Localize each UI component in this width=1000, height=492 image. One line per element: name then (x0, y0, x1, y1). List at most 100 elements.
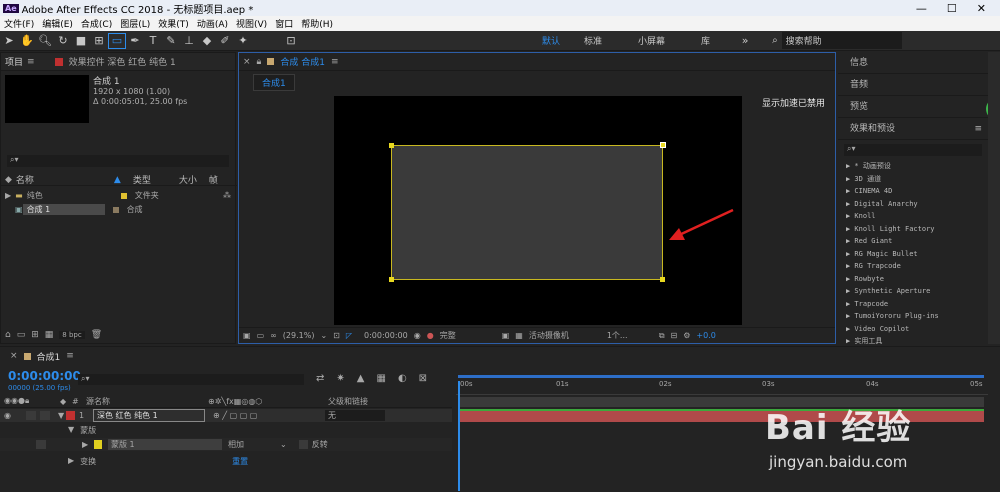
workspace-small-screen[interactable]: 小屏幕 (614, 34, 677, 47)
motion-blur-icon[interactable]: ◐ (398, 373, 407, 384)
expand-arrow-icon[interactable]: ▼ (58, 411, 66, 420)
mask-visibility-icon[interactable]: ◸ (346, 331, 352, 340)
info-panel-header[interactable]: 信息 (838, 52, 988, 74)
menu-view[interactable]: 视图(V) (232, 17, 271, 30)
zoom-tool-icon[interactable]: 🔍︎ (36, 33, 54, 49)
expand-arrow-icon[interactable]: ▶ (1, 191, 15, 200)
eraser-tool-icon[interactable]: ◆ (198, 33, 216, 49)
layer-row[interactable]: ◉ ▼ 1 深色 红色 纯色 1 ⊕ ╱ ▢ ▢ ▢ 无 (0, 409, 452, 422)
work-area-bar[interactable] (458, 375, 984, 378)
mask-row[interactable]: ▶ 蒙版 1 相加 ⌄ 反转 (0, 438, 452, 451)
effects-category[interactable]: ▶ RG Magic Bullet (838, 248, 988, 261)
lock-icon[interactable]: 🔒︎ (257, 57, 262, 67)
hand-tool-icon[interactable]: ✋ (18, 33, 36, 49)
frame-blending-icon[interactable]: ▦ (376, 373, 385, 384)
menu-effect[interactable]: 效果(T) (154, 17, 193, 30)
exposure-value[interactable]: +0.0 (696, 331, 715, 340)
graph-editor-icon[interactable]: ⊠ (419, 373, 427, 384)
vr-icon[interactable]: ∞ (270, 331, 277, 340)
render-icon[interactable]: ⊟ (671, 331, 678, 340)
effects-category[interactable]: ▶ Video Copilot (838, 323, 988, 336)
audio-panel-header[interactable]: 音频 (838, 74, 988, 96)
minimize-icon[interactable]: — (916, 2, 927, 15)
trash-icon[interactable]: 🗑︎ (91, 330, 102, 340)
comp-subtab[interactable]: 合成1 (253, 74, 295, 91)
menu-window[interactable]: 窗口 (271, 17, 297, 30)
lock-box[interactable] (40, 411, 50, 420)
mask-vertex[interactable] (660, 142, 666, 148)
mask-name[interactable]: 蒙版 1 (108, 439, 222, 450)
project-row-comp[interactable]: ▣ 合成 1 合成 (1, 203, 237, 216)
monitor-icon[interactable]: ▭ (257, 331, 265, 340)
expand-arrow-icon[interactable]: ▶ (82, 440, 94, 449)
panel-menu-icon[interactable]: ≡ (974, 118, 988, 139)
chevron-down-icon[interactable]: ⌄ (280, 440, 287, 449)
quality-select[interactable]: 完整 (440, 330, 496, 341)
zoom-value[interactable]: (29.1%) (283, 331, 315, 340)
reset-link[interactable]: 重置 (232, 456, 248, 467)
camera-select[interactable]: 活动摄像机 (529, 330, 601, 341)
transparency-grid-icon[interactable]: ▦ (515, 331, 523, 340)
new-comp-icon[interactable]: ⊞ (31, 330, 39, 340)
pen-tool-icon[interactable]: ✒ (126, 33, 144, 49)
workspace-default[interactable]: 默认 (530, 34, 572, 47)
draft-3d-icon[interactable]: ✷ (336, 373, 344, 384)
selection-tool-icon[interactable]: ➤ (0, 33, 18, 49)
brush-tool-icon[interactable]: ✎ (162, 33, 180, 49)
timeline-search-input[interactable]: ⌕▾ (78, 374, 304, 385)
effects-category[interactable]: ▶ Knoll (838, 210, 988, 223)
rectangle-tool-icon[interactable]: ▭ (108, 32, 126, 49)
menu-edit[interactable]: 编辑(E) (38, 17, 77, 30)
close-tab-icon[interactable]: × (10, 351, 18, 361)
sort-icon[interactable]: ▲ (114, 175, 121, 185)
source-name-header[interactable]: 源名称 (86, 396, 208, 407)
rotate-tool-icon[interactable]: ↻ (54, 33, 72, 49)
snap-icon[interactable]: ⊡ (282, 33, 300, 49)
col-size-header[interactable]: 大小 (179, 173, 209, 186)
solo-box[interactable] (26, 411, 36, 420)
fit-icon[interactable]: ⊡ (333, 331, 340, 340)
mask-vertex[interactable] (389, 277, 394, 282)
clone-stamp-tool-icon[interactable]: ⊥ (180, 33, 198, 49)
mask-vertex[interactable] (389, 143, 394, 148)
timeline-timecode[interactable]: 0:00:00:00 (8, 369, 81, 383)
menu-comp[interactable]: 合成(C) (77, 17, 116, 30)
project-search-input[interactable]: ⌕▾ (7, 155, 229, 167)
panel-menu-icon[interactable]: ≡ (27, 57, 35, 67)
comp-viewer[interactable] (334, 96, 742, 325)
snapshot-icon[interactable]: ◉ (414, 331, 421, 340)
parent-select[interactable]: 无 (325, 410, 385, 421)
expand-arrow-icon[interactable]: ▶ (68, 456, 74, 467)
menu-layer[interactable]: 图层(L) (116, 17, 154, 30)
always-preview-icon[interactable]: ▣ (243, 331, 251, 340)
interpret-footage-icon[interactable]: ⌂ (5, 330, 11, 340)
close-tab-icon[interactable]: × (243, 57, 251, 67)
effects-controls-tab[interactable]: 效果控件 深色 红色 纯色 1 (69, 55, 176, 68)
project-row-folder[interactable]: ▶ ▬ 纯色 文件夹 ⁂ (1, 189, 237, 202)
chevron-down-icon[interactable]: ⌄ (320, 331, 327, 340)
maximize-icon[interactable]: ☐ (947, 2, 957, 15)
mask-vertex[interactable] (660, 277, 665, 282)
new-folder-icon[interactable]: ▭ (17, 330, 26, 340)
col-frame-header[interactable]: 帧 (209, 173, 218, 186)
comp-mini-flowchart-icon[interactable]: ⇄ (316, 373, 324, 384)
timeline-tab[interactable]: 合成1 (37, 350, 61, 363)
camera-tool-icon[interactable]: ■ (72, 33, 90, 49)
effects-category[interactable]: ▶ Trapcode (838, 298, 988, 311)
panel-menu-icon[interactable]: ≡ (331, 57, 339, 67)
effects-category[interactable]: ▶ Red Giant (838, 235, 988, 248)
right-scrollbar[interactable] (988, 52, 1000, 344)
parent-link-header[interactable]: 父级和链接 (328, 396, 368, 407)
effects-category[interactable]: ▶ CINEMA 4D (838, 185, 988, 198)
mask-vis-box[interactable] (36, 440, 46, 449)
effects-category[interactable]: ▶ Knoll Light Factory (838, 223, 988, 236)
pan-behind-tool-icon[interactable]: ⊞ (90, 33, 108, 49)
current-time[interactable]: 0:00:00:00 (364, 331, 408, 340)
effects-presets-header[interactable]: 效果和预设 ≡ (838, 118, 988, 140)
color-swatch-icon[interactable]: ▦ (45, 330, 54, 340)
menu-help[interactable]: 帮助(H) (297, 17, 337, 30)
flowchart-icon[interactable]: ⧉ (659, 331, 665, 341)
puppet-pin-tool-icon[interactable]: ✦ (234, 33, 252, 49)
menu-file[interactable]: 文件(F) (0, 17, 38, 30)
col-name-header[interactable]: 名称 (16, 173, 114, 186)
